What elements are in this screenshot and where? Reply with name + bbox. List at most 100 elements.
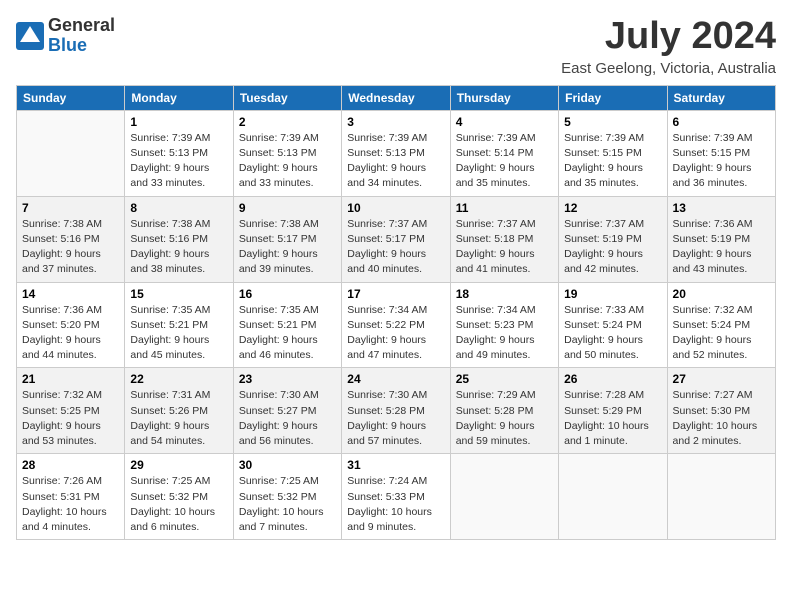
col-header-friday: Friday <box>559 85 667 110</box>
day-number: 3 <box>347 115 444 129</box>
day-number: 20 <box>673 287 770 301</box>
day-info: Sunrise: 7:38 AMSunset: 5:17 PMDaylight:… <box>239 217 336 278</box>
calendar-cell: 4 Sunrise: 7:39 AMSunset: 5:14 PMDaylight… <box>450 110 558 196</box>
calendar-week-row: 28 Sunrise: 7:26 AMSunset: 5:31 PMDayligh… <box>17 454 776 540</box>
col-header-wednesday: Wednesday <box>342 85 450 110</box>
day-info: Sunrise: 7:37 AMSunset: 5:17 PMDaylight:… <box>347 217 444 278</box>
col-header-thursday: Thursday <box>450 85 558 110</box>
calendar-cell: 18 Sunrise: 7:34 AMSunset: 5:23 PMDayligh… <box>450 282 558 368</box>
day-info: Sunrise: 7:26 AMSunset: 5:31 PMDaylight:… <box>22 474 119 535</box>
calendar-cell: 23 Sunrise: 7:30 AMSunset: 5:27 PMDayligh… <box>233 368 341 454</box>
day-number: 14 <box>22 287 119 301</box>
calendar-cell: 5Sunrise: 7:39 AMSunset: 5:15 PMDaylight… <box>559 110 667 196</box>
day-info: Sunrise: 7:32 AMSunset: 5:24 PMDaylight:… <box>673 303 770 364</box>
day-number: 26 <box>564 372 661 386</box>
calendar-header-row: SundayMondayTuesdayWednesdayThursdayFrid… <box>17 85 776 110</box>
day-number: 11 <box>456 201 553 215</box>
calendar-cell: 2Sunrise: 7:39 AMSunset: 5:13 PMDaylight… <box>233 110 341 196</box>
calendar-cell: 25Sunrise: 7:29 AMSunset: 5:28 PMDayligh… <box>450 368 558 454</box>
calendar-cell: 17 Sunrise: 7:34 AMSunset: 5:22 PMDayligh… <box>342 282 450 368</box>
day-info: Sunrise: 7:39 AMSunset: 5:15 PMDaylight:… <box>673 131 770 192</box>
calendar-cell: 26 Sunrise: 7:28 AMSunset: 5:29 PMDayligh… <box>559 368 667 454</box>
day-number: 17 <box>347 287 444 301</box>
col-header-monday: Monday <box>125 85 233 110</box>
day-info: Sunrise: 7:27 AMSunset: 5:30 PMDaylight:… <box>673 388 770 449</box>
day-info: Sunrise: 7:37 AMSunset: 5:19 PMDaylight:… <box>564 217 661 278</box>
calendar-cell: 28 Sunrise: 7:26 AMSunset: 5:31 PMDayligh… <box>17 454 125 540</box>
day-info: Sunrise: 7:32 AMSunset: 5:25 PMDaylight:… <box>22 388 119 449</box>
calendar-cell <box>667 454 775 540</box>
location-title: East Geelong, Victoria, Australia <box>561 60 776 77</box>
day-info: Sunrise: 7:36 AMSunset: 5:20 PMDaylight:… <box>22 303 119 364</box>
day-number: 19 <box>564 287 661 301</box>
day-info: Sunrise: 7:39 AMSunset: 5:15 PMDaylight:… <box>564 131 661 192</box>
logo: General Blue <box>16 16 115 56</box>
day-number: 12 <box>564 201 661 215</box>
calendar-cell: 15 Sunrise: 7:35 AMSunset: 5:21 PMDayligh… <box>125 282 233 368</box>
day-info: Sunrise: 7:39 AMSunset: 5:13 PMDaylight:… <box>130 131 227 192</box>
day-number: 18 <box>456 287 553 301</box>
col-header-saturday: Saturday <box>667 85 775 110</box>
calendar-cell: 20 Sunrise: 7:32 AMSunset: 5:24 PMDayligh… <box>667 282 775 368</box>
day-info: Sunrise: 7:34 AMSunset: 5:22 PMDaylight:… <box>347 303 444 364</box>
day-number: 9 <box>239 201 336 215</box>
day-number: 4 <box>456 115 553 129</box>
calendar-cell: 9 Sunrise: 7:38 AMSunset: 5:17 PMDaylight… <box>233 196 341 282</box>
calendar-cell <box>559 454 667 540</box>
day-info: Sunrise: 7:37 AMSunset: 5:18 PMDaylight:… <box>456 217 553 278</box>
day-number: 15 <box>130 287 227 301</box>
calendar-week-row: 14 Sunrise: 7:36 AMSunset: 5:20 PMDayligh… <box>17 282 776 368</box>
calendar-cell <box>450 454 558 540</box>
calendar-cell: 16 Sunrise: 7:35 AMSunset: 5:21 PMDayligh… <box>233 282 341 368</box>
col-header-tuesday: Tuesday <box>233 85 341 110</box>
day-number: 22 <box>130 372 227 386</box>
calendar-cell: 7 Sunrise: 7:38 AMSunset: 5:16 PMDaylight… <box>17 196 125 282</box>
calendar-week-row: 1 Sunrise: 7:39 AMSunset: 5:13 PMDaylight… <box>17 110 776 196</box>
day-info: Sunrise: 7:35 AMSunset: 5:21 PMDaylight:… <box>130 303 227 364</box>
day-number: 10 <box>347 201 444 215</box>
day-number: 29 <box>130 458 227 472</box>
day-info: Sunrise: 7:31 AMSunset: 5:26 PMDaylight:… <box>130 388 227 449</box>
calendar-cell: 30Sunrise: 7:25 AMSunset: 5:32 PMDayligh… <box>233 454 341 540</box>
calendar-cell: 6 Sunrise: 7:39 AMSunset: 5:15 PMDaylight… <box>667 110 775 196</box>
day-info: Sunrise: 7:33 AMSunset: 5:24 PMDaylight:… <box>564 303 661 364</box>
calendar-cell: 11 Sunrise: 7:37 AMSunset: 5:18 PMDayligh… <box>450 196 558 282</box>
day-info: Sunrise: 7:38 AMSunset: 5:16 PMDaylight:… <box>22 217 119 278</box>
day-number: 31 <box>347 458 444 472</box>
day-number: 24 <box>347 372 444 386</box>
day-number: 7 <box>22 201 119 215</box>
day-info: Sunrise: 7:34 AMSunset: 5:23 PMDaylight:… <box>456 303 553 364</box>
day-info: Sunrise: 7:39 AMSunset: 5:13 PMDaylight:… <box>239 131 336 192</box>
day-number: 23 <box>239 372 336 386</box>
calendar-cell: 13Sunrise: 7:36 AMSunset: 5:19 PMDayligh… <box>667 196 775 282</box>
day-number: 1 <box>130 115 227 129</box>
day-number: 21 <box>22 372 119 386</box>
page-header: General Blue July 2024 East Geelong, Vic… <box>16 16 776 77</box>
calendar-cell: 22 Sunrise: 7:31 AMSunset: 5:26 PMDayligh… <box>125 368 233 454</box>
calendar-cell: 1 Sunrise: 7:39 AMSunset: 5:13 PMDaylight… <box>125 110 233 196</box>
calendar-cell: 27Sunrise: 7:27 AMSunset: 5:30 PMDayligh… <box>667 368 775 454</box>
day-info: Sunrise: 7:30 AMSunset: 5:28 PMDaylight:… <box>347 388 444 449</box>
day-number: 16 <box>239 287 336 301</box>
day-number: 8 <box>130 201 227 215</box>
calendar-cell: 12 Sunrise: 7:37 AMSunset: 5:19 PMDayligh… <box>559 196 667 282</box>
day-info: Sunrise: 7:24 AMSunset: 5:33 PMDaylight:… <box>347 474 444 535</box>
calendar-week-row: 21 Sunrise: 7:32 AMSunset: 5:25 PMDayligh… <box>17 368 776 454</box>
day-info: Sunrise: 7:30 AMSunset: 5:27 PMDaylight:… <box>239 388 336 449</box>
day-info: Sunrise: 7:36 AMSunset: 5:19 PMDaylight:… <box>673 217 770 278</box>
day-number: 6 <box>673 115 770 129</box>
day-info: Sunrise: 7:35 AMSunset: 5:21 PMDaylight:… <box>239 303 336 364</box>
calendar-cell: 10 Sunrise: 7:37 AMSunset: 5:17 PMDayligh… <box>342 196 450 282</box>
calendar-cell <box>17 110 125 196</box>
day-number: 25 <box>456 372 553 386</box>
calendar-cell: 8Sunrise: 7:38 AMSunset: 5:16 PMDaylight… <box>125 196 233 282</box>
day-number: 28 <box>22 458 119 472</box>
calendar-cell: 3Sunrise: 7:39 AMSunset: 5:13 PMDaylight… <box>342 110 450 196</box>
calendar-cell: 21 Sunrise: 7:32 AMSunset: 5:25 PMDayligh… <box>17 368 125 454</box>
month-title: July 2024 <box>561 16 776 58</box>
day-info: Sunrise: 7:28 AMSunset: 5:29 PMDaylight:… <box>564 388 661 449</box>
calendar-cell: 31 Sunrise: 7:24 AMSunset: 5:33 PMDayligh… <box>342 454 450 540</box>
calendar-week-row: 7 Sunrise: 7:38 AMSunset: 5:16 PMDaylight… <box>17 196 776 282</box>
day-info: Sunrise: 7:39 AMSunset: 5:14 PMDaylight:… <box>456 131 553 192</box>
logo-text: General Blue <box>48 16 115 56</box>
